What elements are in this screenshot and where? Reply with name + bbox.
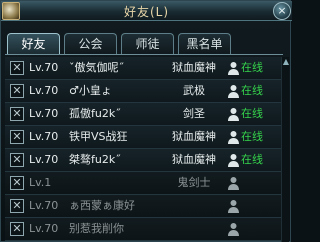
friend-level: Lv.70 [29,222,59,235]
person-icon [227,130,240,145]
friend-row[interactable]: ✕ Lv.1 鬼剑士 [5,172,283,195]
select-checkbox[interactable]: ✕ [10,199,24,213]
person-icon [227,61,240,76]
select-checkbox[interactable]: ✕ [10,153,24,167]
select-checkbox[interactable]: ✕ [10,107,24,121]
title-bar[interactable]: 好友(L) × [1,1,292,21]
friend-level: Lv.1 [29,176,52,189]
tab-mentor[interactable]: 师徒 [121,33,174,55]
person-icon [227,84,240,99]
friends-window: 好友(L) × 好友 公会 师徒 黑名单 ✕ Lv.70 ˇ傲気伽呢˝ 狱血魔神… [0,0,292,242]
tab-divider [5,54,283,55]
person-icon [227,176,240,191]
friend-class: 剑圣 [183,107,205,120]
friend-name: 铁甲VS战狂 [69,130,128,143]
close-button[interactable]: × [273,2,291,20]
select-checkbox[interactable]: ✕ [10,130,24,144]
friend-row[interactable]: ✕ Lv.70 铁甲VS战狂 狱血魔神 在线 [5,126,283,149]
friend-status: 在线 [241,107,263,120]
tab-friends[interactable]: 好友 [7,33,60,55]
person-icon [227,199,240,214]
select-checkbox[interactable]: ✕ [10,84,24,98]
select-checkbox[interactable]: ✕ [10,222,24,236]
friend-level: Lv.70 [29,199,59,212]
friend-class: 狱血魔神 [172,153,216,166]
person-icon [227,222,240,237]
friend-row[interactable]: ✕ Lv.70 ˇ傲気伽呢˝ 狱血魔神 在线 [5,57,283,80]
friend-row[interactable]: ✕ Lv.70 ぁ西蒙ぁ康好 [5,195,283,218]
scrollbar[interactable]: ▲ [281,57,289,242]
person-icon [227,153,240,168]
friend-name: 别惹我削你 [69,222,124,235]
friend-status: 在线 [241,130,263,143]
friend-level: Lv.70 [29,107,59,120]
friend-level: Lv.70 [29,130,59,143]
friend-status: 在线 [241,84,263,97]
friend-name: ˇ傲気伽呢˝ [69,61,124,74]
select-checkbox[interactable]: ✕ [10,176,24,190]
friend-name: ぁ西蒙ぁ康好 [69,199,135,212]
window-title: 好友(L) [123,5,170,19]
friend-level: Lv.70 [29,61,59,74]
select-checkbox[interactable]: ✕ [10,61,24,75]
friend-name: ♂小皇ょ [69,84,112,97]
friend-name: 桀骜fu2k˝ [69,153,121,166]
friend-class: 武极 [183,84,205,97]
friend-row[interactable]: ✕ Lv.70 别惹我削你 [5,218,283,241]
tab-bar: 好友 公会 师徒 黑名单 [7,33,235,55]
tab-blacklist[interactable]: 黑名单 [178,33,231,55]
profile-icon [2,2,20,20]
friend-class: 狱血魔神 [172,61,216,74]
friend-status: 在线 [241,153,263,166]
friend-level: Lv.70 [29,84,59,97]
scroll-up-icon[interactable]: ▲ [282,57,290,67]
friend-status: 在线 [241,61,263,74]
friend-list: ✕ Lv.70 ˇ傲気伽呢˝ 狱血魔神 在线 ✕ Lv.70 ♂小皇ょ 武极 在… [5,57,283,241]
friend-row[interactable]: ✕ Lv.70 桀骜fu2k˝ 狱血魔神 在线 [5,149,283,172]
tab-guild[interactable]: 公会 [64,33,117,55]
friend-name: 孤傲fu2k˝ [69,107,121,120]
friend-row[interactable]: ✕ Lv.70 ♂小皇ょ 武极 在线 [5,80,283,103]
friend-row[interactable]: ✕ Lv.70 孤傲fu2k˝ 剑圣 在线 [5,103,283,126]
friend-class: 鬼剑士 [177,176,211,189]
person-icon [227,107,240,122]
friend-class: 狱血魔神 [172,130,216,143]
friend-level: Lv.70 [29,153,59,166]
